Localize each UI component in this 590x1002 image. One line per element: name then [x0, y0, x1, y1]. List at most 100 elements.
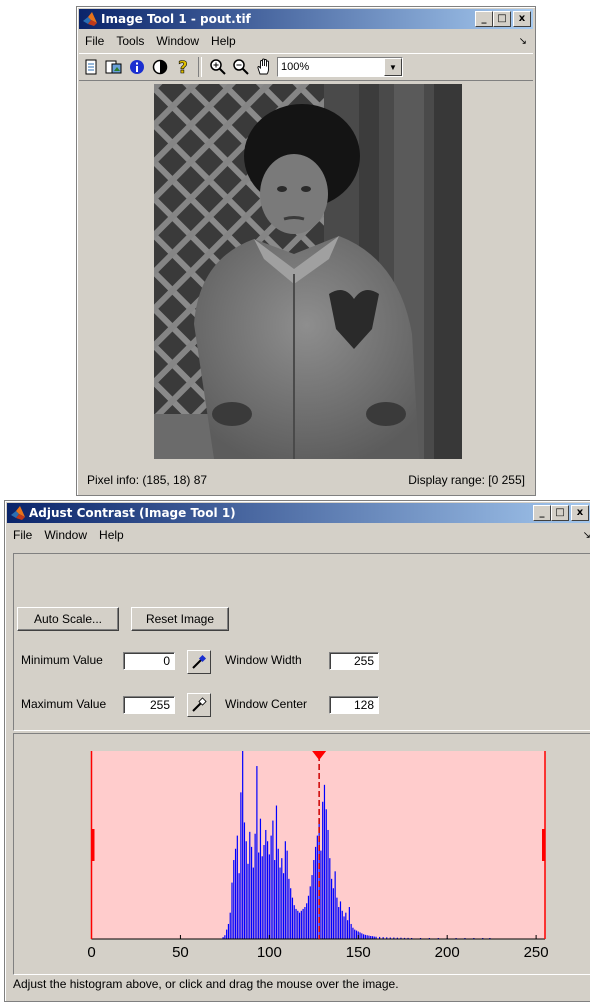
- menu-file[interactable]: File: [7, 528, 38, 542]
- new-figure-icon[interactable]: [80, 56, 102, 78]
- min-limit-handle[interactable]: [91, 829, 95, 861]
- histogram-bar: [286, 850, 288, 939]
- histogram-bar: [302, 908, 304, 939]
- max-eyedropper-button[interactable]: [187, 693, 211, 717]
- image-display-area[interactable]: [79, 81, 531, 465]
- histogram-chart[interactable]: 0 50 100 150 200 250: [5, 733, 590, 973]
- histogram-bar: [288, 878, 290, 939]
- min-eyedropper-button[interactable]: [187, 650, 211, 674]
- dock-arrow-icon[interactable]: ↘: [583, 530, 590, 541]
- maximize-button[interactable]: □: [493, 11, 511, 27]
- x-axis-tick-label: 200: [435, 944, 460, 961]
- histogram-bar: [268, 854, 270, 939]
- pan-hand-icon[interactable]: [253, 56, 275, 78]
- histogram-bar: [304, 907, 306, 939]
- histogram-bar: [366, 935, 368, 939]
- status-bar: Pixel info: (185, 18) 87 Display range: …: [79, 467, 533, 493]
- histogram-bar: [322, 801, 324, 939]
- maximum-value-field[interactable]: 255: [123, 696, 175, 714]
- histogram-bar: [233, 860, 235, 939]
- histogram-bar: [224, 935, 226, 939]
- dock-arrow-icon[interactable]: ↘: [519, 36, 527, 47]
- help-icon[interactable]: ?: [172, 56, 194, 78]
- histogram-bar: [236, 835, 238, 939]
- matlab-logo-icon: [83, 12, 97, 26]
- histogram-bar: [297, 910, 299, 939]
- histogram-bar: [291, 897, 294, 939]
- menu-window[interactable]: Window: [150, 34, 205, 48]
- minimum-value-field[interactable]: 0: [123, 652, 175, 670]
- histogram-bar: [245, 841, 247, 939]
- adjust-contrast-titlebar[interactable]: Adjust Contrast (Image Tool 1) _ □ x: [7, 503, 590, 523]
- matlab-logo-icon: [11, 506, 25, 520]
- window-width-field[interactable]: 255: [329, 652, 379, 670]
- maximum-value-label: Maximum Value: [21, 697, 107, 711]
- adjust-contrast-menubar: File Window Help ↘: [7, 525, 590, 545]
- histogram-bar: [364, 934, 366, 939]
- chevron-down-icon[interactable]: ▼: [384, 58, 402, 76]
- eyedropper-icon: [192, 654, 207, 669]
- adjust-contrast-title: Adjust Contrast (Image Tool 1): [29, 506, 236, 520]
- histogram-bar: [343, 916, 345, 939]
- histogram-bar: [231, 882, 233, 939]
- histogram-bar: [313, 860, 315, 939]
- histogram-bar: [339, 901, 342, 939]
- histogram-bar: [359, 932, 361, 939]
- close-button[interactable]: x: [571, 505, 589, 521]
- eyedropper-icon: [192, 697, 207, 712]
- menu-tools[interactable]: Tools: [110, 34, 150, 48]
- minimize-button[interactable]: _: [475, 11, 493, 27]
- histogram-bar: [352, 927, 354, 939]
- max-limit-handle[interactable]: [542, 829, 545, 861]
- image-tool-window: Image Tool 1 - pout.tif _ □ x File Tools…: [76, 6, 536, 496]
- histogram-bar: [256, 766, 258, 939]
- reset-image-button[interactable]: Reset Image: [131, 607, 229, 631]
- histogram-bar: [350, 923, 352, 939]
- histogram-bar: [346, 920, 349, 939]
- auto-scale-button[interactable]: Auto Scale...: [17, 607, 119, 631]
- zoom-in-icon[interactable]: [207, 56, 229, 78]
- histogram-bar: [242, 751, 244, 939]
- minimum-value-label: Minimum Value: [21, 653, 103, 667]
- histogram-bar: [272, 820, 274, 939]
- close-button[interactable]: x: [513, 11, 531, 27]
- menu-window[interactable]: Window: [38, 528, 93, 542]
- image-tool-titlebar[interactable]: Image Tool 1 - pout.tif _ □ x: [79, 9, 533, 29]
- adjust-contrast-icon[interactable]: [149, 56, 171, 78]
- histogram-bar: [327, 829, 329, 939]
- menu-help[interactable]: Help: [205, 34, 242, 48]
- image-info-icon[interactable]: [126, 56, 148, 78]
- histogram-bar: [240, 792, 242, 939]
- histogram-bar: [338, 907, 340, 939]
- export-icon[interactable]: [103, 56, 125, 78]
- histogram-bar: [325, 809, 327, 939]
- histogram-window-region[interactable]: [91, 751, 546, 939]
- adjust-contrast-window: Adjust Contrast (Image Tool 1) _ □ x Fil…: [4, 500, 590, 1002]
- histogram-bar: [363, 934, 365, 939]
- displayed-image[interactable]: [154, 84, 462, 459]
- histogram-bar: [298, 912, 301, 939]
- menu-help[interactable]: Help: [93, 528, 130, 542]
- histogram-bar: [247, 863, 249, 939]
- histogram-bar: [266, 841, 269, 939]
- histogram-bar: [265, 829, 267, 939]
- histogram-bar: [274, 860, 276, 939]
- maximize-button[interactable]: □: [551, 505, 569, 521]
- window-center-field[interactable]: 128: [329, 696, 379, 714]
- menu-file[interactable]: File: [79, 34, 110, 48]
- histogram-bar: [252, 867, 254, 939]
- histogram-bar: [316, 835, 318, 939]
- histogram-bar: [355, 930, 358, 939]
- zoom-out-icon[interactable]: [230, 56, 252, 78]
- x-axis-tick-label: 0: [87, 944, 95, 961]
- histogram-bar: [361, 933, 363, 939]
- minimize-button[interactable]: _: [533, 505, 551, 521]
- histogram-bar: [314, 846, 317, 939]
- zoom-level-combobox[interactable]: 100% ▼: [277, 57, 403, 77]
- histogram-bar: [243, 822, 246, 939]
- svg-text:?: ?: [178, 58, 188, 76]
- histogram-bar: [279, 867, 281, 939]
- histogram-bar: [348, 907, 350, 939]
- histogram-bar: [281, 858, 283, 939]
- histogram-bar: [336, 897, 338, 939]
